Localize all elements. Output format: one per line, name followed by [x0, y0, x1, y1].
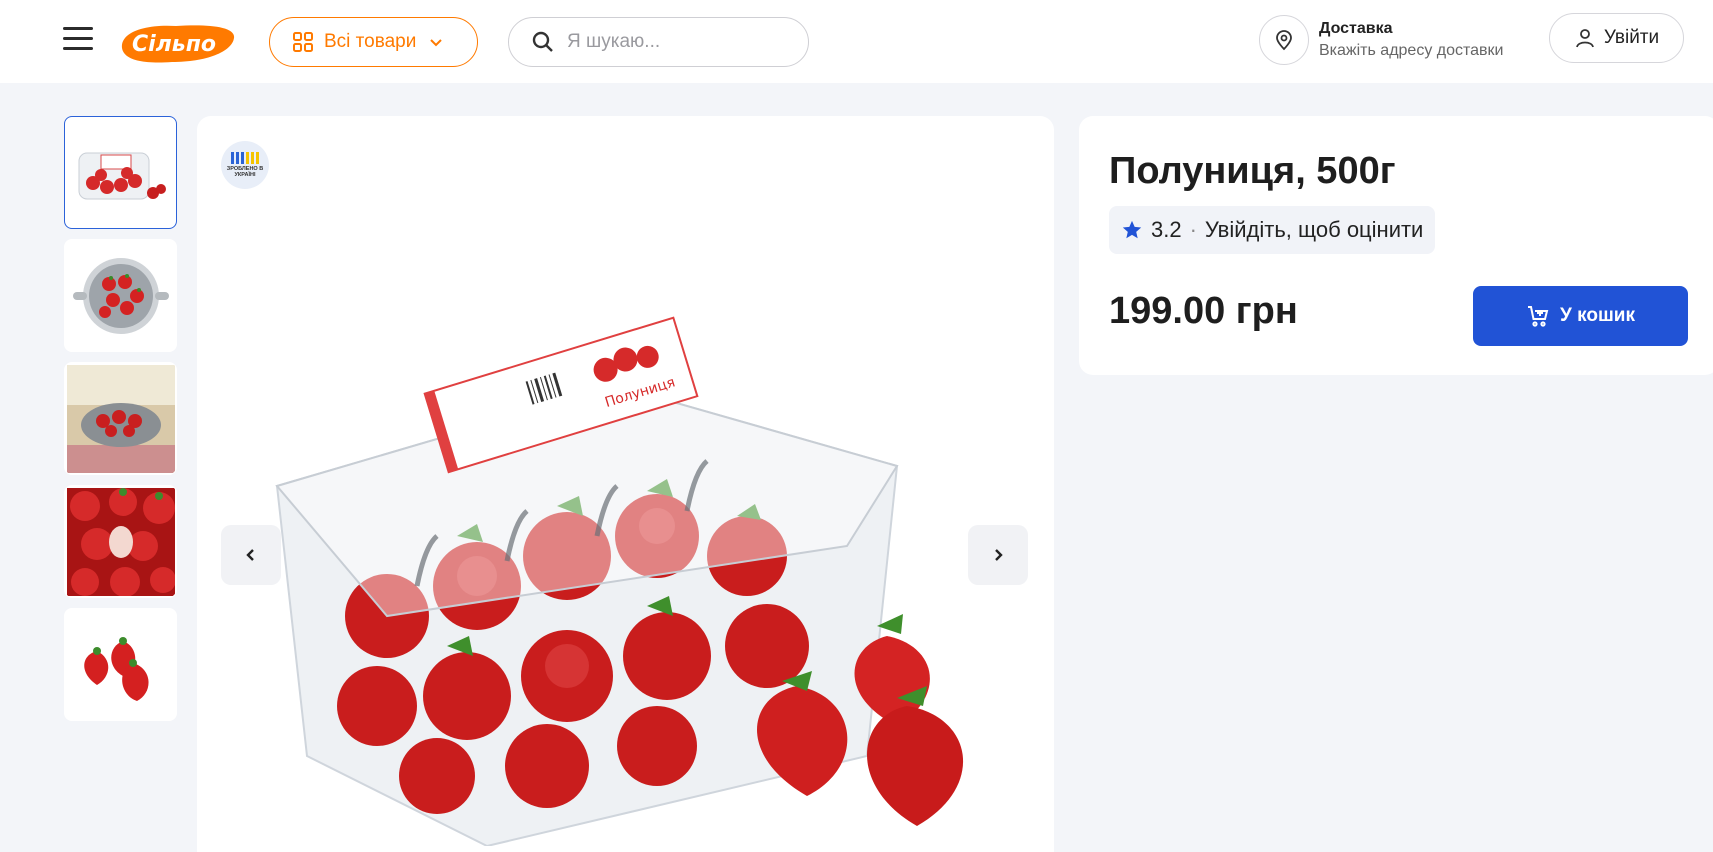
menu-icon[interactable]	[63, 27, 93, 51]
add-to-cart-button[interactable]: У кошик	[1473, 286, 1688, 346]
product-rating[interactable]: 3.2 · Увійдіть, щоб оцінити	[1109, 206, 1436, 254]
grid-icon	[293, 32, 313, 52]
product-title: Полуниця, 500г	[1109, 150, 1396, 192]
delivery-title: Доставка	[1319, 20, 1393, 37]
search-icon	[532, 31, 553, 52]
product-main-image: Полуниця	[275, 316, 964, 846]
add-to-cart-label: У кошик	[1560, 305, 1635, 326]
made-in-ukraine-text: ЗРОБЛЕНО В УКРАЇНІ	[226, 166, 264, 178]
chevron-down-icon	[430, 39, 443, 47]
thumbnail-list	[64, 116, 177, 731]
product-price: 199.00 грн	[1109, 290, 1298, 332]
all-products-button[interactable]: Всі товари	[269, 17, 478, 67]
delivery-address-hint: Вкажіть адресу доставки	[1319, 42, 1504, 59]
all-products-label: Всі товари	[324, 31, 417, 52]
star-icon	[1122, 220, 1142, 239]
rating-value: 3.2	[1151, 217, 1182, 242]
rating-separator: ·	[1189, 217, 1197, 242]
rating-login-prompt[interactable]: Увійдіть, щоб оцінити	[1205, 217, 1423, 243]
product-gallery: ЗРОБЛЕНО В УКРАЇНІ Полуниця	[197, 116, 1054, 852]
thumbnail-strawberry-closeup[interactable]	[64, 485, 177, 598]
user-icon	[1575, 29, 1594, 48]
next-image-button[interactable]	[968, 525, 1028, 585]
login-button[interactable]: Увійти	[1549, 13, 1684, 63]
logo-text: Сільпо	[132, 32, 216, 57]
chevron-left-icon	[246, 549, 254, 561]
thumbnail-strawberry-box[interactable]	[64, 116, 177, 229]
product-info-card: Полуниця, 500г 3.2 · Увійдіть, щоб оціни…	[1079, 116, 1713, 375]
chevron-right-icon	[995, 549, 1003, 561]
search-input[interactable]	[567, 31, 787, 53]
made-in-ukraine-badge: ЗРОБЛЕНО В УКРАЇНІ	[221, 141, 269, 189]
silpo-logo[interactable]: Сільпо	[116, 18, 240, 68]
previous-image-button[interactable]	[221, 525, 281, 585]
location-pin-icon	[1259, 15, 1309, 65]
cart-plus-icon	[1528, 306, 1549, 327]
search-box[interactable]	[508, 17, 809, 67]
header: Сільпо Всі товари Доставка Вкажіть адрес…	[0, 0, 1713, 83]
thumbnail-strawberry-colander[interactable]	[64, 239, 177, 352]
login-label: Увійти	[1603, 27, 1660, 48]
thumbnail-strawberry-held-bowl[interactable]	[64, 362, 177, 475]
delivery-selector[interactable]: Доставка Вкажіть адресу доставки	[1259, 15, 1503, 65]
thumbnail-strawberry-three[interactable]	[64, 608, 177, 721]
